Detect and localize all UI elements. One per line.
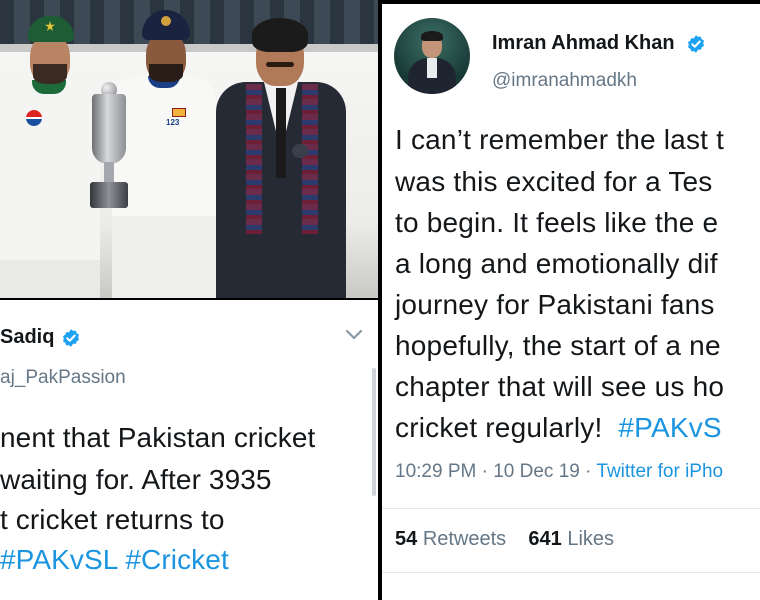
divider [382, 508, 760, 509]
tweet-author-name[interactable]: Sadiq [0, 326, 54, 349]
tweet-stats: 54 Retweets 641 Likes [395, 528, 614, 551]
tweet-source-link[interactable]: Twitter for iPho [596, 461, 723, 482]
tweet-text-line: t cricket returns to [0, 504, 225, 535]
tweet-author-name[interactable]: Imran Ahmad Khan [492, 32, 675, 55]
tweet-text-line: chapter that will see us ho [395, 371, 725, 402]
verified-badge-icon [686, 34, 706, 59]
test-series-trophy [84, 82, 134, 212]
chevron-down-icon[interactable] [344, 328, 364, 347]
likes-stat[interactable]: 641 Likes [528, 528, 614, 550]
cricket-trophy-photo: 123 [0, 0, 378, 298]
retweets-stat[interactable]: 54 Retweets [395, 528, 506, 550]
tweet-text-line: nent that Pakistan cricket [0, 422, 316, 453]
official-in-suit [216, 12, 356, 298]
tweet-text-line: was this excited for a Tes [395, 166, 713, 197]
tweet-text-line: waiting for. After 3935 [0, 464, 272, 495]
hashtag-link[interactable]: #PAKvSL [0, 544, 117, 575]
tweet-text-line: a long and emotionally dif [395, 248, 718, 279]
verified-badge-icon [61, 328, 81, 353]
tweet-text-line: cricket regularly! #PAKvS [395, 412, 722, 443]
hashtag-link[interactable]: #Cricket [125, 544, 229, 575]
avatar[interactable] [394, 18, 470, 94]
hashtag-link[interactable]: #PAKvS [618, 412, 721, 443]
tweet-author-handle[interactable]: @imranahmadkh [492, 70, 637, 92]
pepsi-logo [26, 110, 42, 126]
tweet-text-line: I can’t remember the last t [395, 124, 725, 155]
tweet-author-handle[interactable]: aj_PakPassion [0, 367, 126, 389]
divider [382, 572, 760, 573]
shirt-number: 123 [166, 118, 180, 127]
tweet-text-line: journey for Pakistani fans [395, 289, 715, 320]
tweet-hashtags-line: #PAKvSL #Cricket [0, 544, 229, 576]
tweet-timestamp[interactable]: 10:29 PM · 10 Dec 19 · Twitter for iPho [395, 461, 723, 483]
tweet-text-line: to begin. It feels like the e [395, 207, 719, 238]
tweet-text-line: hopefully, the start of a ne [395, 330, 721, 361]
scrollbar[interactable] [372, 368, 376, 496]
